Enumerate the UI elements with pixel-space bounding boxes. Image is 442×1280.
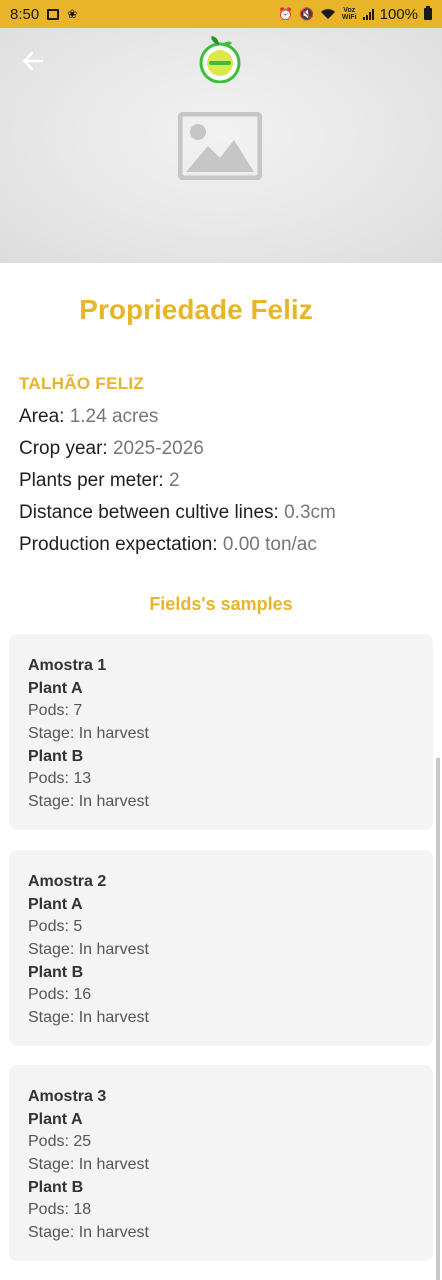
sample-name: Amostra 2 [28,873,107,890]
property-title: Propriedade Feliz [79,294,313,325]
field-area-row: Area: 1.24 acres [19,405,429,437]
battery-icon [424,6,432,20]
wifi-icon [320,9,335,19]
plant-label: Plant B [28,1178,84,1196]
scrollbar[interactable] [436,758,440,1280]
info-label: Distance between cultive lines: [19,502,279,523]
field-info: TALHÃO FELIZ Area: 1.24 acres Crop year:… [19,374,429,565]
battery-percent: 100% [379,5,418,23]
settings-notification-icon: ❀ [67,7,78,21]
plant-pods: Pods: 16 [28,986,92,1004]
status-bar: 8:50 ❀ ⏰ 🔇 Voz WiFi 100% [0,0,442,28]
back-button[interactable] [18,46,48,76]
sample-card[interactable]: Amostra 1 Plant A Pods: 7 Stage: In harv… [9,634,433,830]
plant-stage: Stage: In harvest [28,1224,149,1242]
arrow-left-icon [23,51,44,71]
plant-stage: Stage: In harvest [28,1009,149,1027]
image-placeholder-icon [178,112,262,180]
field-name: TALHÃO FELIZ [19,374,145,393]
plant-label: Plant B [28,747,84,765]
info-label: Production expectation: [19,534,218,555]
plant-label: Plant A [28,1110,83,1128]
plant-stage: Stage: In harvest [28,793,149,811]
mute-icon: 🔇 [298,7,314,21]
gallery-notification-icon [47,8,60,20]
plant-stage: Stage: In harvest [28,941,149,959]
sample-name: Amostra 1 [28,657,107,674]
info-value: 2 [168,470,180,491]
alarm-icon: ⏰ [278,7,293,21]
sample-card[interactable]: Amostra 2 Plant A Pods: 5 Stage: In harv… [9,850,433,1046]
plant-stage: Stage: In harvest [28,1156,149,1174]
plant-label: Plant B [28,963,84,981]
plant-pods: Pods: 18 [28,1201,92,1219]
info-value: 1.24 acres [69,406,159,427]
signal-icon [362,8,374,20]
plant-label: Plant A [28,895,83,913]
info-value: 0.3cm [284,502,336,523]
plant-pods: Pods: 7 [28,702,83,720]
field-production-expectation-row: Production expectation: 0.00 ton/ac [19,533,429,565]
info-label: Area: [19,406,65,427]
plant-stage: Stage: In harvest [28,725,149,743]
plant-pods: Pods: 25 [28,1133,92,1151]
sample-name: Amostra 3 [28,1088,107,1105]
info-value: 0.00 ton/ac [222,534,317,555]
plant-pods: Pods: 13 [28,770,92,788]
info-label: Crop year: [19,438,108,459]
voz-wifi-icon: Voz WiFi [341,7,357,21]
header-image-area [0,28,442,263]
plant-pods: Pods: 5 [28,918,83,936]
info-label: Plants per meter: [19,470,164,491]
field-plants-per-meter-row: Plants per meter: 2 [19,469,429,501]
app-logo-icon [199,36,241,83]
plant-label: Plant A [28,679,83,697]
samples-section-title: Fields's samples [149,594,293,614]
field-line-distance-row: Distance between cultive lines: 0.3cm [19,501,429,533]
status-time: 8:50 [10,5,40,23]
info-value: 2025-2026 [112,438,204,459]
field-crop-year-row: Crop year: 2025-2026 [19,437,429,469]
sample-card[interactable]: Amostra 3 Plant A Pods: 25 Stage: In har… [9,1065,433,1261]
